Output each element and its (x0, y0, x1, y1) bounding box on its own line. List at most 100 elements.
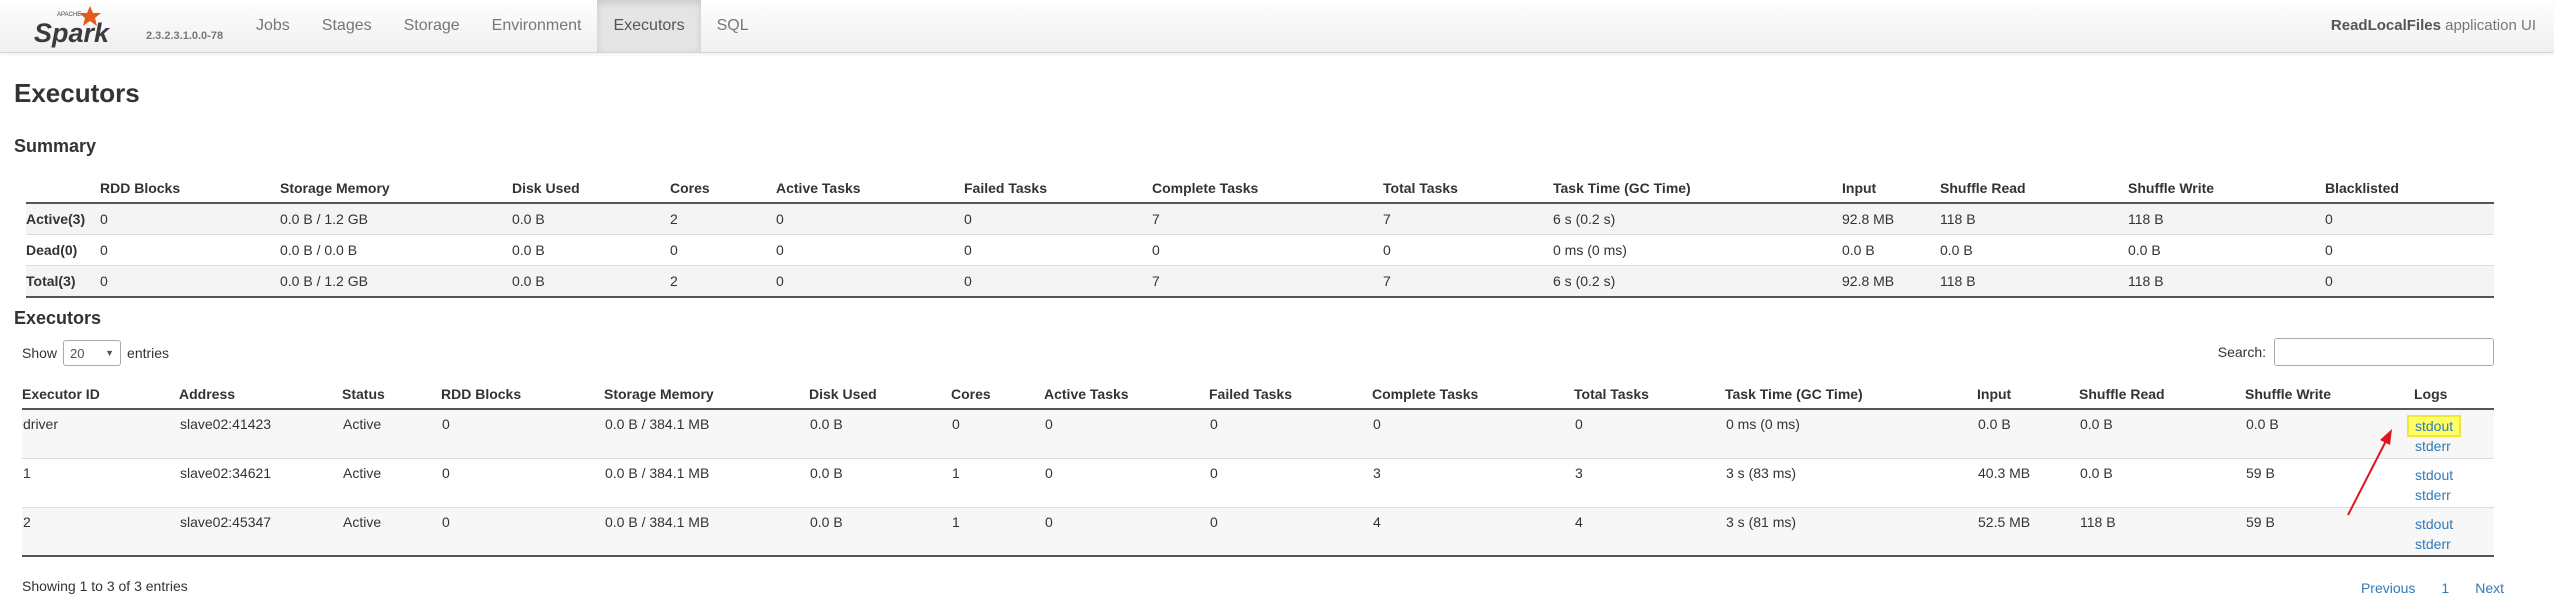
table-cell: 0 (964, 211, 972, 227)
col-rdd-blocks[interactable]: RDD Blocks (441, 380, 604, 409)
summary-col-blacklisted[interactable]: Blacklisted (2325, 174, 2494, 203)
table-cell: 40.3 MB (1978, 464, 2031, 481)
col-address[interactable]: Address (179, 380, 342, 409)
stdout-link[interactable]: stdout (2415, 514, 2493, 534)
table-cell: 3 s (81 ms) (1726, 513, 1797, 530)
table-cell: 0 ms (0 ms) (1726, 416, 1800, 432)
col-input[interactable]: Input (1977, 380, 2079, 409)
app-title[interactable]: ReadLocalFiles application UI (2331, 0, 2536, 52)
col-executor-id[interactable]: Executor ID (22, 380, 179, 409)
table-cell: 3 (1575, 464, 1583, 481)
table-cell: 1 (952, 464, 960, 481)
table-cell: 0.0 B (2080, 416, 2113, 432)
show-label: Show (22, 345, 58, 361)
summary-col-shuffle-write[interactable]: Shuffle Write (2128, 174, 2325, 203)
table-cell: 4 (1575, 513, 1583, 530)
summary-col-active-tasks[interactable]: Active Tasks (776, 174, 964, 203)
summary-col-task-time[interactable]: Task Time (GC Time) (1553, 174, 1842, 203)
annotation-arrow-icon (2347, 429, 2392, 516)
page-size-select[interactable]: 20 ▼ (63, 340, 122, 366)
row-label: Active(3) (26, 211, 86, 227)
app-suffix: application UI (2445, 17, 2536, 34)
col-active-tasks[interactable]: Active Tasks (1044, 380, 1209, 409)
col-disk-used[interactable]: Disk Used (809, 380, 951, 409)
table-cell: 0 (100, 242, 108, 258)
col-task-time[interactable]: Task Time (GC Time) (1725, 380, 1977, 409)
tab-stages[interactable]: Stages (306, 0, 388, 52)
col-logs: Logs (2414, 386, 2448, 402)
col-storage-memory[interactable]: Storage Memory (604, 380, 809, 409)
tab-environment[interactable]: Environment (476, 0, 598, 52)
page-size-value: 20 (70, 345, 85, 361)
page-size-control: Show 20 ▼ entries (22, 340, 169, 366)
table-cell: 0.0 B (810, 464, 843, 481)
executor-id: driver (23, 416, 59, 432)
stderr-link[interactable]: stderr (2415, 485, 2493, 505)
col-cores[interactable]: Cores (951, 380, 1044, 409)
table-cell: 0 (1575, 416, 1583, 432)
table-cell: 0 (964, 242, 972, 258)
summary-col-disk-used[interactable]: Disk Used (512, 174, 670, 203)
tab-storage[interactable]: Storage (388, 0, 476, 52)
col-status[interactable]: Status (342, 380, 441, 409)
table-cell: 0.0 B (512, 273, 545, 289)
summary-col-rdd-blocks[interactable]: RDD Blocks (100, 174, 280, 203)
stdout-link[interactable]: stdout (2406, 415, 2493, 437)
stderr-link[interactable]: stderr (2415, 436, 2493, 456)
row-label: Total(3) (26, 273, 76, 289)
table-cell: 0.0 B / 1.2 GB (280, 273, 368, 289)
pagination: Previous 1 Next (2361, 580, 2504, 596)
col-shuffle-write[interactable]: Shuffle Write (2245, 380, 2414, 409)
tab-executors[interactable]: Executors (597, 0, 701, 52)
table-cell: 0.0 B (810, 513, 843, 530)
table-cell: 0 (442, 513, 450, 530)
summary-col-complete-tasks[interactable]: Complete Tasks (1152, 174, 1383, 203)
summary-col-failed-tasks[interactable]: Failed Tasks (964, 174, 1152, 203)
summary-col-shuffle-read[interactable]: Shuffle Read (1940, 174, 2128, 203)
table-cell: 6 s (0.2 s) (1553, 273, 1616, 289)
table-row: 1 slave02:34621 Active 0 0.0 B / 384.1 M… (22, 458, 2494, 507)
table-cell: 7 (1383, 273, 1391, 289)
tab-jobs[interactable]: Jobs (240, 0, 306, 52)
page-button-1[interactable]: 1 (2441, 580, 2449, 596)
navbar: APACHE Spark 2.3.2.3.1.0.0-78 Jobs Stage… (0, 0, 2554, 53)
executor-id: 1 (23, 464, 31, 481)
summary-col-cores[interactable]: Cores (670, 174, 776, 203)
table-cell: slave02:45347 (180, 513, 272, 530)
table-cell: 0 (1045, 416, 1053, 432)
stderr-link[interactable]: stderr (2415, 534, 2493, 554)
next-button[interactable]: Next (2475, 580, 2504, 596)
summary-heading: Summary (14, 136, 97, 156)
table-cell: 4 (1373, 513, 1381, 530)
summary-col-storage-memory[interactable]: Storage Memory (280, 174, 512, 203)
table-cell: 0 (442, 416, 450, 432)
search-label: Search: (2217, 344, 2266, 360)
summary-col-input[interactable]: Input (1842, 174, 1940, 203)
table-cell: 3 (1373, 464, 1381, 481)
col-shuffle-read[interactable]: Shuffle Read (2079, 380, 2245, 409)
table-cell: 0 (776, 242, 784, 258)
executor-id: 2 (23, 513, 31, 530)
spark-logo[interactable]: APACHE Spark 2.3.2.3.1.0.0-78 (30, 2, 230, 50)
stdout-link[interactable]: stdout (2415, 465, 2493, 485)
col-total-tasks[interactable]: Total Tasks (1574, 380, 1725, 409)
table-cell: 0.0 B (512, 211, 545, 227)
previous-button[interactable]: Previous (2361, 580, 2415, 596)
table-cell: 0.0 B / 384.1 MB (605, 416, 710, 432)
table-cell: 118 B (2128, 211, 2164, 227)
summary-col-total-tasks[interactable]: Total Tasks (1383, 174, 1553, 203)
table-cell: 0 (1210, 513, 1218, 530)
table-cell: 0.0 B (1842, 242, 1875, 258)
table-cell: 0 (100, 273, 108, 289)
chevron-down-icon: ▼ (105, 348, 115, 358)
table-cell: 0.0 B (2128, 242, 2161, 258)
col-complete-tasks[interactable]: Complete Tasks (1372, 380, 1574, 409)
table-cell: 0 (442, 464, 450, 481)
summary-col-label (26, 174, 100, 203)
search-input[interactable] (2274, 338, 2494, 366)
table-cell: 3 s (83 ms) (1726, 464, 1797, 481)
status-cell: Active (343, 464, 382, 481)
col-failed-tasks[interactable]: Failed Tasks (1209, 380, 1372, 409)
table-cell: 118 B (2128, 273, 2164, 289)
tab-sql[interactable]: SQL (701, 0, 765, 52)
